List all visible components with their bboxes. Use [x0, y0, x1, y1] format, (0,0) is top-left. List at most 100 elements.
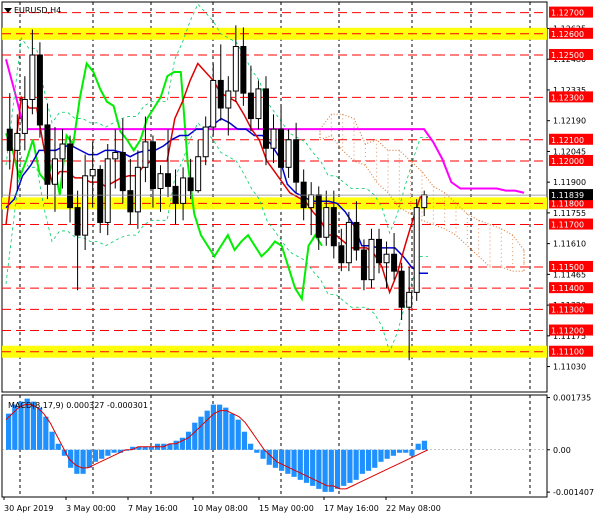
macd-bar [111, 449, 117, 453]
macd-bar [415, 443, 421, 450]
chart-canvas: 1.126251.124801.123351.121901.120451.119… [1, 1, 594, 513]
macd-bar [254, 449, 260, 453]
candle-body [67, 143, 74, 209]
macd-bar [74, 449, 80, 474]
macd-bar [86, 449, 92, 468]
macd-bar [37, 407, 43, 450]
candle-body [51, 158, 58, 185]
level-price-label: 1.11200 [551, 327, 584, 336]
candle-body [323, 207, 330, 238]
candle-body [262, 88, 269, 149]
time-tick-label: 3 May 00:00 [66, 504, 116, 513]
candle-body [82, 175, 89, 236]
candle-body [187, 177, 194, 192]
candle-body [149, 141, 156, 190]
macd-bar [378, 449, 384, 462]
macd-bar [285, 449, 291, 474]
price-tick-label: 1.11030 [553, 363, 586, 372]
macd-title: MACD(8,17,9) 0.000327 -0.000301 [8, 401, 148, 410]
candle-body [285, 139, 292, 168]
candle-body [247, 92, 254, 120]
macd-bar [353, 449, 359, 480]
candle-body [270, 128, 277, 149]
time-tick-label: 30 Apr 2019 [4, 504, 53, 513]
macd-tick-label: -0.001407 [553, 488, 594, 497]
candle-body [308, 194, 315, 209]
time-tick-label: 15 May 00:00 [259, 504, 314, 513]
level-price-label: 1.11400 [551, 284, 584, 293]
level-price-label: 1.12100 [551, 136, 584, 145]
macd-panel-frame [1, 394, 548, 498]
macd-bar [248, 443, 254, 450]
macd-tick-label: 0.001735 [553, 394, 591, 403]
candle-body [330, 207, 337, 247]
candle-body [6, 128, 13, 151]
level-price-label: 1.12500 [551, 51, 584, 60]
candle-body [240, 46, 247, 94]
candle-body [127, 190, 134, 213]
candle-body [368, 238, 375, 281]
macd-bar [260, 449, 266, 459]
level-price-label: 1.12600 [551, 30, 584, 39]
candle-body [104, 158, 111, 223]
macd-bar [210, 404, 216, 450]
level-price-label: 1.12000 [551, 157, 584, 166]
chart-window: 1.126251.124801.123351.121901.120451.119… [0, 0, 594, 521]
candle-body [255, 88, 262, 120]
macd-bar [99, 449, 105, 459]
candle-body [21, 99, 28, 134]
macd-bar [384, 449, 390, 459]
macd-bar [279, 449, 285, 471]
candle-body [383, 253, 390, 264]
macd-bar [229, 413, 235, 450]
time-tick-label: 7 May 16:00 [128, 504, 178, 513]
candle-body [202, 126, 209, 158]
macd-bar [185, 431, 192, 450]
current-price-label: 1.11839 [551, 191, 584, 200]
candle-body [413, 207, 420, 293]
candle-body [142, 141, 149, 168]
macd-bar [291, 449, 297, 477]
macd-bar [241, 431, 248, 450]
price-tick-label: 1.11610 [553, 240, 586, 249]
macd-bar [192, 422, 198, 450]
macd-bar [396, 449, 403, 453]
macd-bar [55, 443, 61, 450]
candle-body [29, 54, 36, 100]
macd-bar [403, 449, 409, 453]
candle-body [421, 194, 428, 209]
macd-bar [334, 449, 341, 489]
candle-body [210, 79, 217, 128]
candle-body [14, 132, 21, 151]
macd-bar [365, 449, 372, 471]
level-price-label: 1.11700 [551, 221, 584, 230]
symbol-title: EURUSD,H4 [14, 6, 61, 15]
macd-bar [235, 419, 241, 450]
time-tick-label: 10 May 08:00 [193, 504, 248, 513]
candle-body [345, 221, 352, 264]
macd-bar [390, 449, 396, 456]
price-tick-label: 1.11755 [553, 209, 586, 218]
candle-body [338, 245, 345, 264]
candle-body [97, 168, 104, 223]
macd-bar [198, 416, 204, 450]
macd-bar [359, 449, 365, 474]
macd-bar [105, 449, 111, 456]
macd-bar [297, 449, 303, 480]
price-tick-label: 1.11900 [553, 178, 586, 187]
candle-body [376, 238, 383, 264]
macd-bar [49, 431, 55, 450]
candle-body [391, 253, 398, 272]
candle-body [89, 168, 96, 177]
candle-body [134, 166, 141, 213]
candle-body [157, 173, 164, 190]
candle-body [225, 90, 232, 109]
macd-bar [303, 449, 310, 483]
candle-body [278, 128, 285, 168]
candle-body [36, 54, 43, 126]
candle-body [398, 270, 405, 308]
macd-bar [204, 410, 210, 450]
candle-body [44, 124, 51, 185]
time-tick-label: 17 May 16:00 [324, 504, 379, 513]
level-price-label: 1.11100 [551, 348, 584, 357]
